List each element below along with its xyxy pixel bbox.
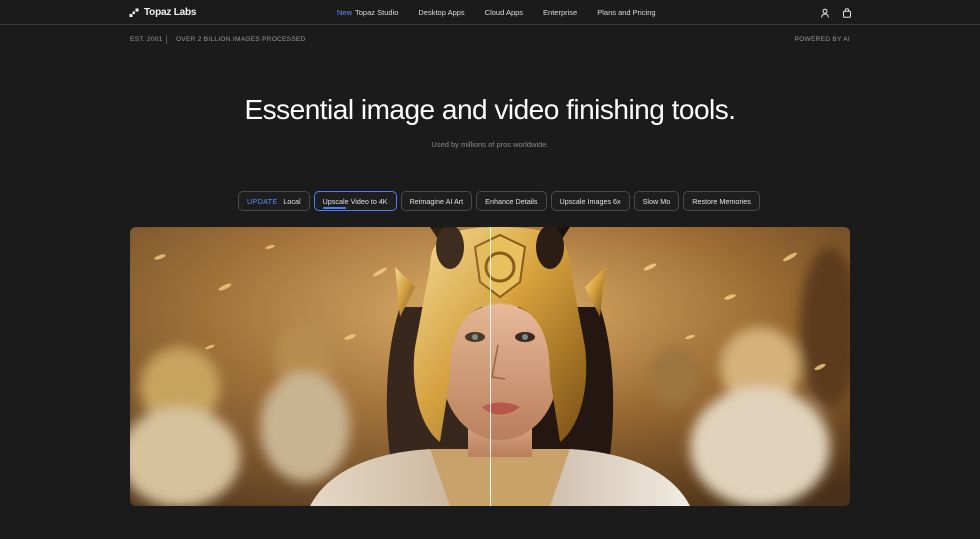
tab-label: Enhance Details (485, 196, 538, 206)
tab-label: Reimagine AI Art (409, 196, 464, 206)
logo-mark-icon (129, 8, 139, 17)
nav-item-topaz-studio[interactable]: New Topaz Studio (337, 8, 398, 17)
tab-restore-memories[interactable]: Restore Memories (683, 191, 760, 211)
bag-icon[interactable] (842, 7, 852, 18)
nav-icons (820, 6, 852, 19)
images-processed-text: OVER 2 BILLION IMAGES PROCESSED (176, 36, 306, 43)
tab-label: Upscale Images 6x (559, 196, 621, 206)
tab-label: Upscale Video to 4K (322, 196, 388, 206)
tab-slow-mo[interactable]: Slow Mo (633, 191, 680, 211)
user-icon[interactable] (820, 8, 830, 18)
tab-reimagine-ai-art[interactable]: Reimagine AI Art (400, 191, 473, 211)
nav-item-enterprise[interactable]: Enterprise (543, 8, 577, 17)
tab-progress-bar (322, 207, 346, 209)
tab-label: Restore Memories (692, 196, 751, 206)
hero-subline: Used by millions of pros worldwide. (431, 140, 549, 149)
update-badge: UPDATE (247, 196, 278, 206)
top-nav: Topaz Labs New Topaz Studio Desktop Apps … (0, 0, 980, 25)
hero-headline: Essential image and video finishing tool… (244, 94, 736, 125)
powered-by-ai-text: POWERED BY AI (794, 36, 850, 43)
tab-local[interactable]: UPDATE Local (238, 191, 310, 211)
brand-logo[interactable]: Topaz Labs (129, 6, 196, 19)
nav-item-cloud-apps[interactable]: Cloud Apps (485, 8, 523, 17)
tab-upscale-video-to-4k[interactable]: Upscale Video to 4K (313, 191, 397, 211)
nav-item-label: Topaz Studio (355, 8, 399, 17)
sub-bar: EST. 2001 OVER 2 BILLION IMAGES PROCESSE… (0, 35, 980, 46)
nav-item-plans-and-pricing[interactable]: Plans and Pricing (597, 8, 655, 17)
established-text: EST. 2001 (130, 36, 163, 43)
feature-tabs: UPDATE Local Upscale Video to 4K Reimagi… (238, 191, 760, 211)
brand-name: Topaz Labs (144, 7, 197, 18)
tab-enhance-details[interactable]: Enhance Details (476, 191, 547, 211)
nav-links: New Topaz Studio Desktop Apps Cloud Apps … (337, 0, 656, 25)
tab-label: Local (283, 196, 301, 206)
comparison-divider[interactable] (490, 227, 491, 506)
tab-upscale-images-6x[interactable]: Upscale Images 6x (550, 191, 630, 211)
new-badge: New (337, 8, 353, 17)
nav-item-desktop-apps[interactable]: Desktop Apps (418, 8, 464, 17)
sub-bar-divider (166, 35, 167, 44)
tab-label: Slow Mo (642, 196, 671, 206)
